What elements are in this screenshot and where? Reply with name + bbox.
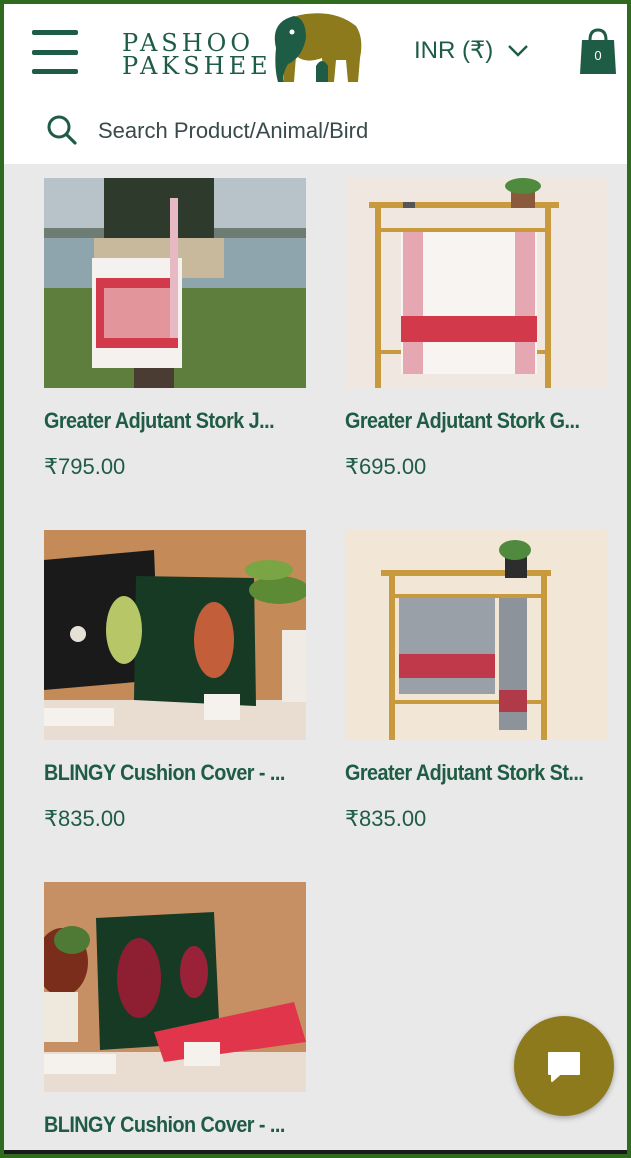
product-card[interactable]: BLINGY Cushion Cover - ...	[44, 882, 306, 1138]
elephant-logo-icon	[274, 13, 362, 83]
product-image[interactable]	[345, 530, 607, 740]
product-name[interactable]: BLINGY Cushion Cover - ...	[44, 760, 285, 786]
product-card[interactable]: BLINGY Cushion Cover - ... ₹835.00	[44, 530, 306, 832]
header: PASHOO PAKSHEE INR (₹) 0	[4, 4, 627, 164]
product-price: ₹835.00	[44, 806, 126, 831]
product-name[interactable]: BLINGY Cushion Cover - ...	[44, 1112, 285, 1138]
app-frame: PASHOO PAKSHEE INR (₹) 0 Search Product/…	[4, 4, 627, 1154]
product-card[interactable]: Greater Adjutant Stork G... ₹695.00	[345, 178, 607, 480]
logo[interactable]: PASHOO PAKSHEE	[116, 8, 366, 88]
product-name[interactable]: Greater Adjutant Stork J...	[44, 408, 280, 434]
system-bar	[4, 1150, 627, 1154]
product-image[interactable]	[44, 530, 306, 740]
product-name[interactable]: Greater Adjutant Stork St...	[345, 760, 584, 786]
search-icon[interactable]	[46, 114, 78, 146]
chat-button[interactable]	[514, 1016, 614, 1116]
product-name[interactable]: Greater Adjutant Stork G...	[345, 408, 581, 434]
product-price: ₹695.00	[345, 454, 427, 479]
product-image[interactable]	[44, 178, 306, 388]
product-image[interactable]	[345, 178, 607, 388]
cart-button[interactable]: 0	[578, 26, 618, 76]
chat-icon	[548, 1052, 580, 1082]
search-input[interactable]	[98, 112, 578, 150]
currency-selector[interactable]: INR (₹)	[414, 36, 529, 65]
product-card[interactable]: Greater Adjutant Stork St... ₹835.00	[345, 530, 607, 832]
search-bar	[4, 100, 627, 160]
product-image[interactable]	[44, 882, 306, 1092]
logo-text: PASHOO PAKSHEE	[122, 29, 272, 80]
chevron-down-icon	[508, 44, 529, 57]
product-card[interactable]: Greater Adjutant Stork J... ₹795.00	[44, 178, 306, 480]
product-price: ₹795.00	[44, 454, 126, 479]
cart-count: 0	[594, 48, 602, 63]
menu-icon[interactable]	[32, 30, 78, 74]
product-price: ₹835.00	[345, 806, 427, 831]
currency-label: INR (₹)	[414, 37, 494, 64]
